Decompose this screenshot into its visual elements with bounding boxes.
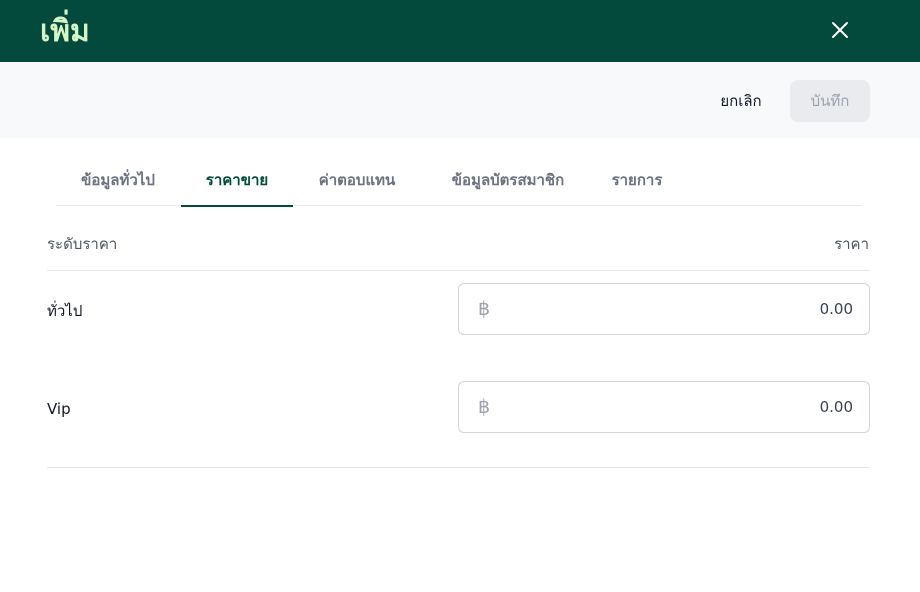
modal-title: เพิ่ม <box>40 14 90 49</box>
close-button[interactable] <box>826 16 854 44</box>
save-button[interactable]: บันทึก <box>790 80 870 122</box>
header-divider <box>47 270 870 271</box>
tab-general-info[interactable]: ข้อมูลทั่วไป <box>56 160 180 206</box>
tab-member-card[interactable]: ข้อมูลบัตรสมาชิก <box>434 160 582 206</box>
tab-items[interactable]: รายการ <box>604 160 670 206</box>
baht-currency-icon: ฿ <box>478 298 491 320</box>
price-input-box[interactable]: ฿ <box>458 283 870 335</box>
price-input-general[interactable] <box>509 296 853 322</box>
modal-header <box>0 0 920 62</box>
tab-selling-price[interactable]: ราคาขาย <box>181 160 293 207</box>
table-bottom-divider <box>47 467 870 468</box>
close-icon <box>832 22 848 38</box>
tab-bar: ข้อมูลทั่วไป ราคาขาย ค่าตอบแทน ข้อมูลบัต… <box>56 160 862 207</box>
tab-commission[interactable]: ค่าตอบแทน <box>306 160 408 206</box>
price-level-header: ระดับราคา <box>47 235 118 253</box>
price-input-vip[interactable] <box>509 394 853 420</box>
price-input-box[interactable]: ฿ <box>458 381 870 433</box>
cancel-button[interactable]: ยกเลิก <box>706 80 776 122</box>
price-level-label: Vip <box>47 400 71 418</box>
price-header: ราคา <box>834 235 869 253</box>
baht-currency-icon: ฿ <box>478 396 491 418</box>
price-level-label: ทั่วไป <box>47 302 83 320</box>
action-bar <box>0 62 920 138</box>
